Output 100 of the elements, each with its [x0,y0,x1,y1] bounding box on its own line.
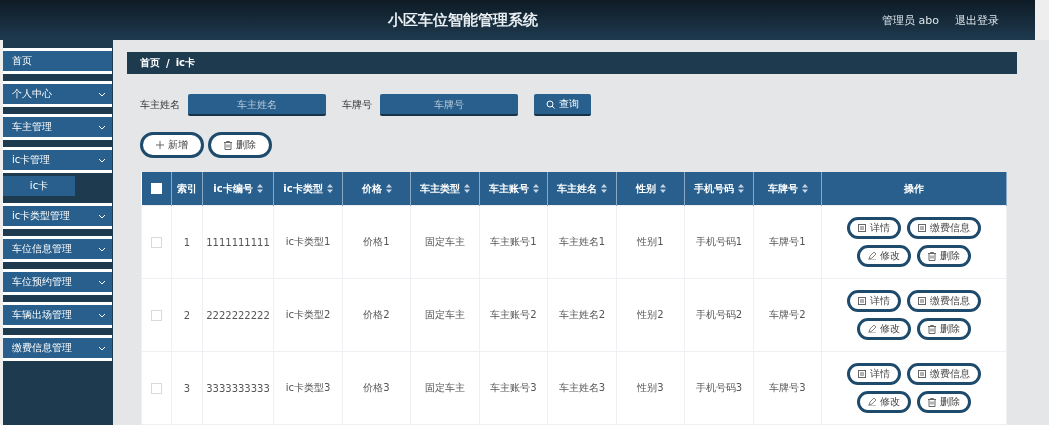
column-header-cell[interactable]: ic卡编号 [202,172,274,206]
detail-button[interactable]: 详情 [847,217,901,239]
delete-button[interactable]: 删除 [917,391,971,413]
edit-button[interactable]: 修改 [857,318,911,340]
delete-button[interactable]: 删除 [917,318,971,340]
column-header[interactable]: 价格 [361,182,382,194]
chevron-down-icon [98,345,106,351]
sidebar-item[interactable]: ic卡管理 [3,147,112,173]
sidebar-item[interactable]: 车位预约管理 [3,269,112,295]
sidebar-item-label: 缴费信息管理 [12,341,72,355]
sidebar-item-label: 首页 [12,54,32,68]
sort-icon [659,184,666,193]
row-checkbox[interactable] [151,236,162,248]
table-cell: 价格1 [363,236,390,247]
row-checkbox[interactable] [151,309,162,321]
delete-button[interactable]: 删除 [917,245,971,267]
table-cell: 车主姓名1 [558,236,606,247]
table-cell: 1111111111 [206,236,270,248]
table-cell: 车主账号1 [490,236,537,247]
search-field[interactable]: 车主姓名 [188,94,326,116]
column-header: 操作 [904,182,924,194]
table-cell: 车牌号3 [769,382,806,393]
column-header-cell[interactable]: 性别 [616,172,685,206]
document-icon [918,370,926,378]
column-header-cell[interactable]: 车主类型 [410,172,480,206]
column-header-cell[interactable]: 价格 [342,172,411,206]
table-cell: 车主姓名2 [558,309,606,320]
table-cell: 性别3 [637,382,664,393]
trash-icon [928,251,936,261]
column-header-cell[interactable]: ic卡类型 [273,172,343,206]
column-header[interactable]: ic卡编号 [213,182,253,194]
sidebar-item[interactable]: 车主管理 [3,114,112,140]
payment-button[interactable]: 缴费信息 [907,290,981,312]
sort-icon [256,184,263,193]
payment-button[interactable]: 缴费信息 [907,217,981,239]
sidebar-item[interactable]: ic卡类型管理 [3,203,112,229]
chevron-down-icon [98,246,106,252]
table-cell: 手机号码1 [695,236,743,247]
delete-button[interactable]: 删除 [208,132,272,158]
table-cell: 固定车主 [425,236,465,247]
column-header[interactable]: ic卡类型 [283,182,323,194]
sidebar-item[interactable]: 首页 [3,48,112,74]
column-header: 索引 [177,182,197,194]
column-header-cell[interactable]: 车主姓名 [547,172,617,206]
sidebar-item[interactable]: 车辆出场管理 [3,302,112,328]
column-header[interactable]: 车主姓名 [557,182,597,194]
app-title: 小区车位智能管理系统 [387,10,539,30]
table-cell: 固定车主 [425,382,465,393]
column-header[interactable]: 性别 [635,182,656,194]
user-link[interactable]: 管理员 abo [882,12,939,28]
sidebar-item-label: ic卡管理 [12,153,51,167]
table-cell: 2222222222 [206,309,270,321]
column-header[interactable]: 车主类型 [420,182,460,194]
sidebar-subitem[interactable]: ic卡 [3,176,75,196]
table-cell: 手机号码3 [695,382,743,393]
breadcrumb-item[interactable]: 首页 [140,56,160,70]
document-icon [858,297,866,305]
detail-button[interactable]: 详情 [847,363,901,385]
table-cell: 1 [183,236,191,248]
pencil-icon [868,325,876,333]
column-header[interactable]: 手机号码 [694,182,734,194]
select-all-checkbox[interactable] [150,183,162,195]
row-checkbox[interactable] [151,382,162,394]
column-header-cell[interactable]: 车牌号 [753,172,822,206]
sort-icon [601,184,607,193]
pencil-icon [868,398,876,406]
sort-icon [801,184,808,193]
payment-button[interactable]: 缴费信息 [907,363,981,385]
search-icon [546,99,555,109]
sidebar-item[interactable]: 个人中心 [3,81,112,107]
chevron-down-icon [98,91,106,97]
detail-button[interactable]: 详情 [847,290,901,312]
edit-button[interactable]: 修改 [857,245,911,267]
column-header[interactable]: 车牌号 [767,182,798,194]
table-cell: 价格2 [363,309,390,320]
document-icon [858,370,866,378]
sidebar-item-label: 车位信息管理 [12,242,72,256]
sort-icon [532,184,539,193]
pencil-icon [868,252,876,260]
sidebar-item-label: 车主管理 [12,120,52,134]
chevron-down-icon [98,279,106,285]
table-cell: 价格3 [363,382,390,393]
search-button[interactable]: 查询 [534,94,591,116]
search-field[interactable]: 车牌号 [380,94,518,116]
logout-link[interactable]: 退出登录 [955,12,999,28]
trash-icon [928,397,936,407]
table-cell: 3 [183,382,191,394]
column-header[interactable]: 车主账号 [488,182,529,194]
sidebar-item[interactable]: 车位信息管理 [3,236,112,262]
sidebar-item-label: 车位预约管理 [12,275,72,289]
sort-icon [738,184,744,193]
add-button[interactable]: 新增 [140,132,204,158]
column-header-cell[interactable]: 车主账号 [479,172,548,206]
edit-button[interactable]: 修改 [857,391,911,413]
table-cell: 车主账号2 [490,309,537,320]
chevron-down-icon [98,124,106,130]
column-header-cell[interactable]: 手机号码 [684,172,754,206]
sidebar-item-label: 车辆出场管理 [12,308,72,322]
chevron-down-icon [98,312,106,318]
sidebar-item[interactable]: 缴费信息管理 [3,335,112,361]
